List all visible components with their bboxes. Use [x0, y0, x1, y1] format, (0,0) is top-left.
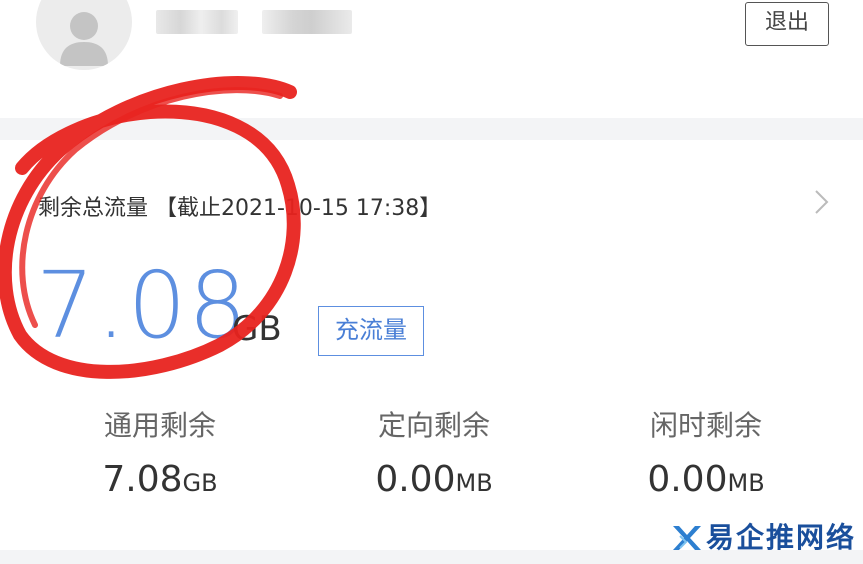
stat-unit: MB: [727, 469, 765, 497]
phone-redacted: [262, 10, 352, 34]
total-traffic-unit: GB: [232, 309, 282, 349]
total-traffic-value: 7.08: [36, 252, 249, 359]
stat-unit: GB: [182, 469, 218, 497]
recharge-button[interactable]: 充流量: [318, 306, 424, 356]
stat-directed: 定向剩余 0.00MB: [334, 408, 534, 503]
stat-idle: 闲时剩余 0.00MB: [606, 408, 806, 503]
stat-label: 通用剩余: [103, 409, 216, 442]
stat-value: 7.08GB: [60, 460, 260, 503]
stat-general: 通用剩余 7.08GB: [60, 408, 260, 503]
section-divider: [0, 118, 863, 140]
stat-label: 闲时剩余: [649, 409, 762, 442]
username-redacted: [156, 10, 238, 34]
traffic-card: 剩余总流量 【截止2021-10-15 17:38】 7.08 GB 充流量 通…: [0, 140, 863, 550]
avatar[interactable]: [36, 0, 132, 70]
stat-label: 定向剩余: [377, 409, 490, 442]
stat-number: 0.00: [375, 459, 456, 500]
total-traffic-title: 剩余总流量 【截止2021-10-15 17:38】: [38, 196, 442, 221]
traffic-page: 退出 剩余总流量 【截止2021-10-15 17:38】 7.08 GB 充流…: [0, 0, 863, 564]
user-silhouette-icon: [60, 12, 108, 66]
stat-unit: MB: [455, 469, 493, 497]
watermark-text: 易企推网络: [706, 521, 857, 554]
stat-value: 0.00MB: [334, 460, 534, 503]
stat-number: 0.00: [647, 459, 728, 500]
logout-button[interactable]: 退出: [745, 2, 829, 46]
stat-value: 0.00MB: [606, 460, 806, 503]
chevron-right-icon[interactable]: [810, 188, 834, 216]
user-header: 退出: [0, 0, 863, 118]
stat-number: 7.08: [102, 459, 183, 500]
x-logo-icon: [673, 526, 701, 550]
watermark: 易企推网络: [670, 518, 860, 558]
